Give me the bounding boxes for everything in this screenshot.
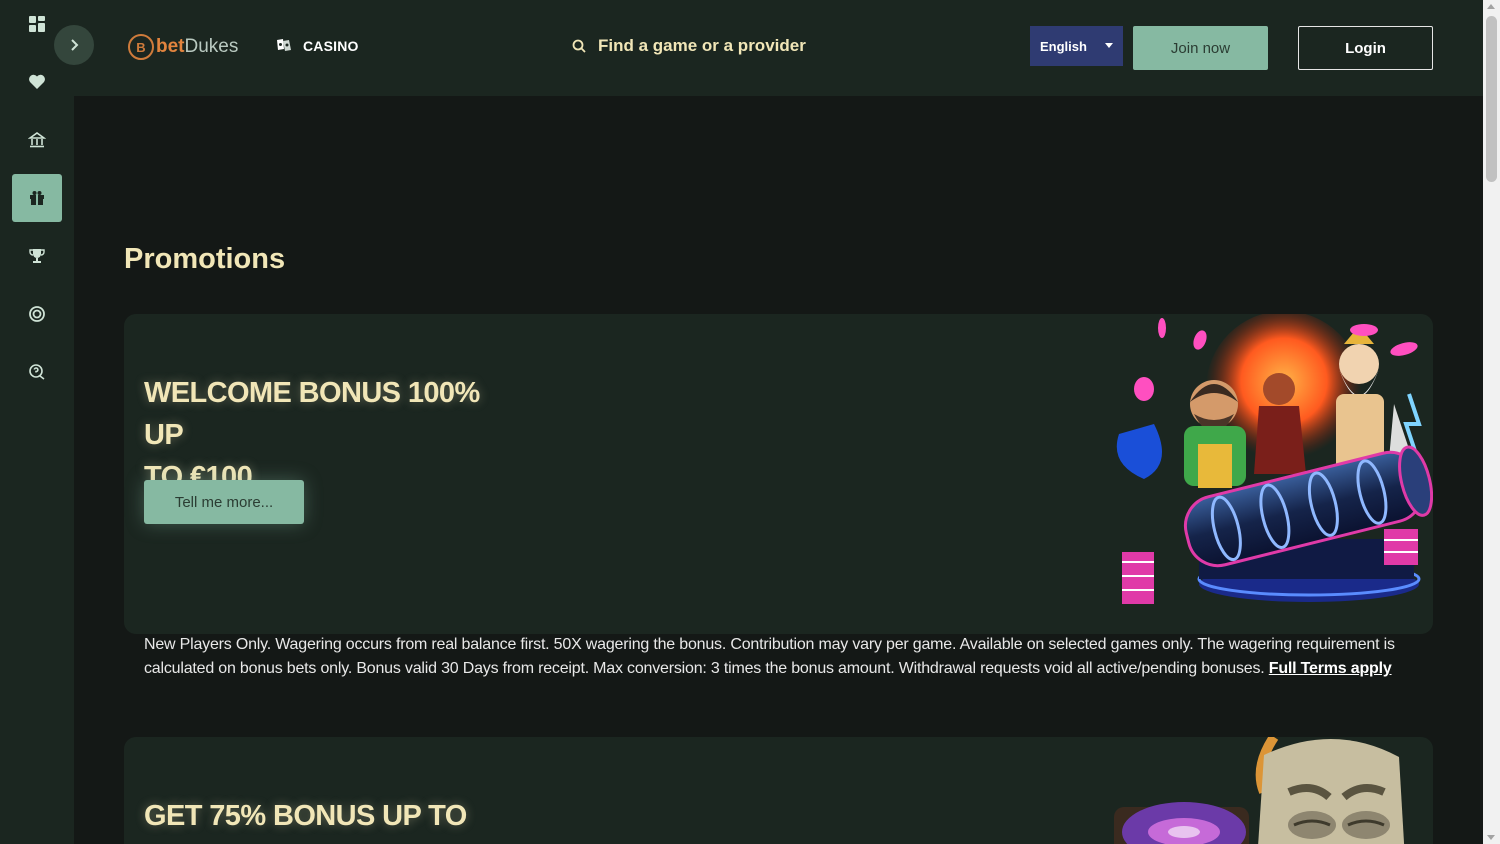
heart-icon[interactable] xyxy=(12,58,62,106)
scroll-thumb[interactable] xyxy=(1486,16,1497,182)
search-placeholder: Find a game or a provider xyxy=(598,36,806,55)
promo-terms-text: New Players Only. Wagering occurs from r… xyxy=(144,636,1395,677)
slot-characters-illustration xyxy=(1116,314,1433,604)
chevron-down-icon xyxy=(1105,43,1113,48)
casino-building-icon[interactable] xyxy=(12,116,62,164)
cards-icon xyxy=(277,39,291,51)
promo-card-welcome: WELCOME BONUS 100% UP TO €100 Tell me mo… xyxy=(124,314,1433,634)
promo-title-line: WELCOME BONUS 100% UP xyxy=(144,377,480,451)
expand-sidebar-button[interactable] xyxy=(54,25,94,65)
betdukes-logo[interactable]: B betDukes xyxy=(128,34,238,60)
search-icon xyxy=(572,39,586,53)
scroll-down-arrow-icon[interactable] xyxy=(1487,835,1495,840)
full-terms-link[interactable]: Full Terms apply xyxy=(1269,660,1392,677)
promo-title: GET 75% BONUS UP TO xyxy=(144,795,524,837)
gift-icon[interactable] xyxy=(12,174,62,222)
logo-bet-text: bet xyxy=(156,36,185,57)
trophy-icon[interactable] xyxy=(12,232,62,280)
login-button[interactable]: Login xyxy=(1298,26,1433,70)
logo-mark: B xyxy=(128,34,154,60)
join-now-button[interactable]: Join now xyxy=(1133,26,1268,70)
language-value: English xyxy=(1040,38,1087,54)
tell-me-more-button[interactable]: Tell me more... xyxy=(144,480,304,524)
casino-nav-label: CASINO xyxy=(303,38,359,54)
scroll-up-arrow-icon[interactable] xyxy=(1487,4,1495,9)
sidebar xyxy=(0,0,74,844)
promo-title-line: GET 75% BONUS UP TO xyxy=(144,800,467,832)
search-bar[interactable]: Find a game or a provider xyxy=(572,36,806,56)
page-scrollbar[interactable] xyxy=(1483,0,1500,844)
promo-terms: New Players Only. Wagering occurs from r… xyxy=(144,633,1414,681)
chat-help-icon[interactable] xyxy=(12,348,62,396)
page-title: Promotions xyxy=(124,243,286,275)
promo-card-second: GET 75% BONUS UP TO xyxy=(124,737,1433,844)
casino-nav-link[interactable]: CASINO xyxy=(274,38,359,54)
stone-mask-illustration xyxy=(1114,737,1405,844)
target-icon[interactable] xyxy=(12,290,62,338)
top-header: B betDukes CASINO Find a game or a provi… xyxy=(74,0,1483,96)
language-select[interactable]: English xyxy=(1030,26,1123,66)
logo-dukes-text: Dukes xyxy=(184,36,239,57)
